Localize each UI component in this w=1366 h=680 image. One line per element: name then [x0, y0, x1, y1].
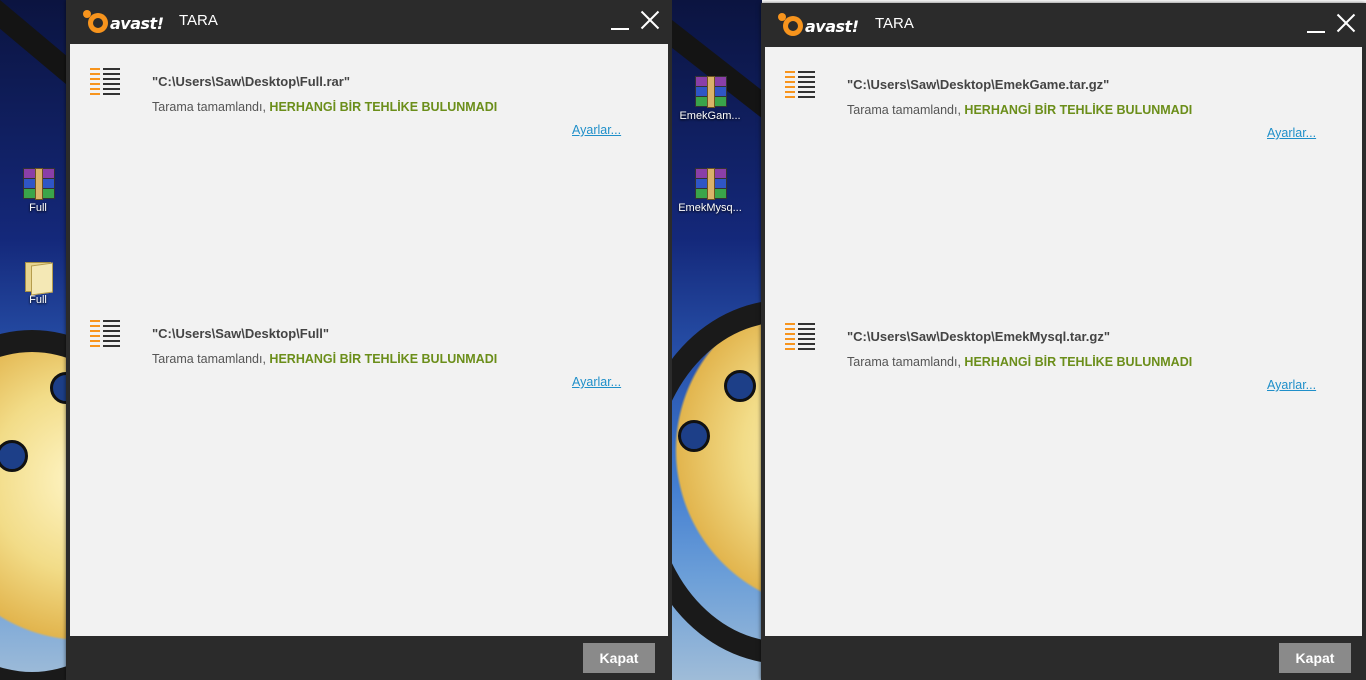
scanned-path: "C:\Users\Saw\Desktop\Full.rar": [152, 74, 350, 89]
scan-log-icon: [90, 68, 122, 96]
window-title: TARA: [875, 15, 914, 32]
minimize-icon[interactable]: [611, 14, 629, 32]
avast-logo-icon: [83, 10, 108, 33]
scan-results-panel: "C:\Users\Saw\Desktop\EmekGame.tar.gz" T…: [765, 47, 1362, 636]
wallpaper-arc: [672, 300, 762, 664]
window-title: TARA: [179, 12, 218, 29]
desktop-icon-label: EmekMysq...: [678, 202, 742, 214]
settings-link[interactable]: Ayarlar...: [1267, 378, 1316, 392]
folder-icon: [21, 260, 55, 296]
desktop-icon-emekgame[interactable]: EmekGam...: [675, 76, 745, 122]
winrar-archive-icon: [693, 76, 727, 108]
avast-scan-window-left: avast! TARA "C:\Users\Saw\Desktop\Full.r…: [66, 0, 672, 680]
scanned-path: "C:\Users\Saw\Desktop\Full": [152, 326, 330, 341]
window-footer: Kapat: [66, 636, 672, 680]
desktop-background-right: EmekGam... EmekMysq...: [672, 0, 762, 680]
scan-status: Tarama tamamlandı, HERHANGİ BİR TEHLİKE …: [847, 355, 1193, 369]
desktop-icon-label: EmekGam...: [679, 110, 741, 122]
title-bar: avast! TARA: [66, 0, 672, 44]
scanned-path: "C:\Users\Saw\Desktop\EmekMysql.tar.gz": [847, 329, 1111, 344]
close-icon[interactable]: [1335, 12, 1357, 34]
scan-result-text: HERHANGİ BİR TEHLİKE BULUNMADI: [269, 100, 498, 114]
scan-log-icon: [785, 71, 817, 99]
wallpaper-porthole: [724, 370, 756, 402]
scan-result-item: "C:\Users\Saw\Desktop\EmekGame.tar.gz" T…: [765, 67, 1362, 147]
scan-result-item: "C:\Users\Saw\Desktop\EmekMysql.tar.gz" …: [765, 319, 1362, 399]
settings-link[interactable]: Ayarlar...: [572, 123, 621, 137]
close-button[interactable]: Kapat: [583, 643, 655, 673]
window-footer: Kapat: [761, 636, 1366, 680]
scan-result-text: HERHANGİ BİR TEHLİKE BULUNMADI: [269, 352, 498, 366]
avast-logo: avast!: [83, 9, 164, 37]
scan-status: Tarama tamamlandı, HERHANGİ BİR TEHLİKE …: [847, 103, 1193, 117]
wallpaper-beam: [0, 0, 66, 94]
minimize-icon[interactable]: [1307, 17, 1325, 35]
scan-status: Tarama tamamlandı, HERHANGİ BİR TEHLİKE …: [152, 100, 498, 114]
wallpaper-porthole: [678, 420, 710, 452]
scan-status: Tarama tamamlandı, HERHANGİ BİR TEHLİKE …: [152, 352, 498, 366]
settings-link[interactable]: Ayarlar...: [1267, 126, 1316, 140]
close-icon[interactable]: [639, 9, 661, 31]
scan-results-panel: "C:\Users\Saw\Desktop\Full.rar" Tarama t…: [70, 44, 668, 636]
scan-result-item: "C:\Users\Saw\Desktop\Full.rar" Tarama t…: [70, 64, 668, 144]
desktop-background-left: Full Full: [0, 0, 66, 680]
winrar-archive-icon: [21, 168, 55, 200]
scan-result-text: HERHANGİ BİR TEHLİKE BULUNMADI: [964, 355, 1193, 369]
desktop-icon-emekmysql[interactable]: EmekMysq...: [675, 168, 745, 214]
desktop-icon-label: Full: [29, 202, 47, 214]
scan-result-item: "C:\Users\Saw\Desktop\Full" Tarama tamam…: [70, 316, 668, 396]
desktop-icon-full-folder[interactable]: Full: [3, 260, 66, 306]
title-bar: avast! TARA: [761, 3, 1366, 47]
avast-logo: avast!: [778, 12, 859, 40]
scanned-path: "C:\Users\Saw\Desktop\EmekGame.tar.gz": [847, 77, 1110, 92]
desktop-icon-label: Full: [29, 294, 47, 306]
scan-result-text: HERHANGİ BİR TEHLİKE BULUNMADI: [964, 103, 1193, 117]
desktop-icon-full-rar[interactable]: Full: [3, 168, 66, 214]
settings-link[interactable]: Ayarlar...: [572, 375, 621, 389]
scan-log-icon: [90, 320, 122, 348]
scan-log-icon: [785, 323, 817, 351]
avast-scan-window-right: avast! TARA "C:\Users\Saw\Desktop\EmekGa…: [761, 3, 1366, 680]
winrar-archive-icon: [693, 168, 727, 200]
avast-logo-icon: [778, 13, 803, 36]
close-button[interactable]: Kapat: [1279, 643, 1351, 673]
